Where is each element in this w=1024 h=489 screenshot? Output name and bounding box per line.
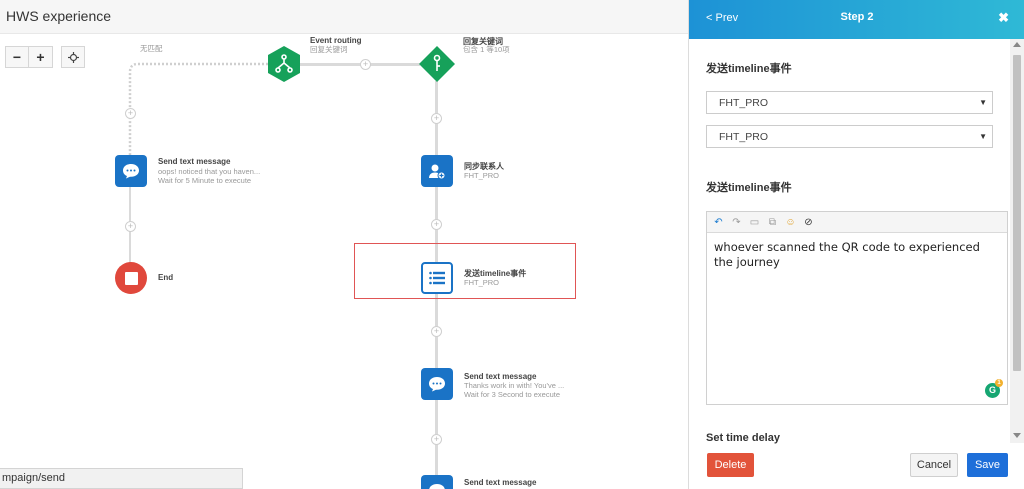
add-step-button[interactable]: + xyxy=(431,326,442,337)
stop-icon xyxy=(124,271,138,285)
scroll-thumb[interactable] xyxy=(1013,55,1021,371)
emoji-icon[interactable]: ☺ xyxy=(785,217,796,228)
send-text-middle-delay: Wait for 3 Second to execute xyxy=(464,390,561,399)
save-button[interactable]: Save xyxy=(967,453,1008,477)
step-title: Step 2 xyxy=(840,11,874,23)
keyword-reply-node[interactable] xyxy=(418,45,456,83)
panel-body: 发送timeline事件 FHT_PRO ▼ FHT_PRO ▼ 发送timel… xyxy=(689,39,1011,489)
select-account[interactable]: FHT_PRO ▼ xyxy=(706,125,993,148)
add-step-button[interactable]: + xyxy=(431,113,442,124)
grammarly-count-badge: 1 xyxy=(995,379,1003,387)
select-channel[interactable]: FHT_PRO ▼ xyxy=(706,91,993,114)
hyperlink-icon[interactable]: ⊘ xyxy=(803,217,814,228)
section-label-delay: Set time delay xyxy=(706,432,780,444)
end-title: End xyxy=(158,273,174,282)
select-channel-value: FHT_PRO xyxy=(719,97,769,109)
send-text-node-bottom[interactable] xyxy=(421,475,453,489)
send-text-left-delay: Wait for 5 Minute to execute xyxy=(158,176,252,185)
delete-button[interactable]: Delete xyxy=(707,453,754,477)
close-icon[interactable]: ✖ xyxy=(998,10,1009,26)
send-text-node-left[interactable] xyxy=(115,155,147,187)
grammarly-icon[interactable]: G 1 xyxy=(985,379,1003,398)
chat-bubble-icon xyxy=(429,484,445,489)
list-icon xyxy=(429,271,445,285)
section-label-event: 发送timeline事件 xyxy=(706,63,792,75)
undo-icon[interactable]: ↶ xyxy=(713,217,724,228)
event-routing-sub: 回复关键词 xyxy=(310,45,348,54)
timeline-event-node[interactable] xyxy=(421,262,453,294)
chat-bubble-icon xyxy=(429,377,445,392)
app-root: HWS experience − + 无匹配 + + + + + + + Eve… xyxy=(0,0,1024,489)
add-step-button[interactable]: + xyxy=(431,434,442,445)
rich-text-editor[interactable]: ↶ ↷ ▭ ⧉ ☺ ⊘ whoever scanned the QR code … xyxy=(706,211,1008,405)
add-step-button[interactable]: + xyxy=(360,59,371,70)
editor-toolbar: ↶ ↷ ▭ ⧉ ☺ ⊘ xyxy=(707,212,1007,233)
step-panel: Step 2 < Prev ✖ 发送timeline事件 FHT_PRO ▼ F… xyxy=(688,0,1024,489)
sync-contact-node[interactable] xyxy=(421,155,453,187)
no-match-label: 无匹配 xyxy=(140,44,163,53)
link-icon[interactable]: ▭ xyxy=(749,217,760,228)
status-url: mpaign/send xyxy=(0,468,243,489)
prev-button[interactable]: < Prev xyxy=(706,12,738,24)
flow-canvas[interactable]: − + 无匹配 + + + + + + + Event routing 回复关键… xyxy=(0,34,688,489)
end-node[interactable] xyxy=(115,262,147,294)
send-text-left-title: Send text message xyxy=(158,157,231,166)
timeline-event-sub: FHT_PRO xyxy=(464,278,500,287)
scroll-down-icon[interactable] xyxy=(1013,433,1021,438)
send-text-bottom-title: Send text message xyxy=(464,478,537,487)
scroll-up-icon[interactable] xyxy=(1013,42,1021,47)
sync-contact-sub: FHT_PRO xyxy=(464,171,500,180)
panel-header: Step 2 < Prev ✖ xyxy=(689,0,1024,39)
add-step-button[interactable]: + xyxy=(125,108,136,119)
editor-content[interactable]: whoever scanned the QR code to experienc… xyxy=(714,240,1000,270)
send-text-middle-title: Send text message xyxy=(464,372,537,381)
dropdown-caret-icon: ▼ xyxy=(979,98,987,107)
add-user-icon xyxy=(429,164,446,180)
panel-scrollbar[interactable] xyxy=(1010,39,1024,443)
chat-bubble-icon xyxy=(123,164,139,179)
unlink-icon[interactable]: ⧉ xyxy=(767,217,778,228)
send-text-node-middle[interactable] xyxy=(421,368,453,400)
section-label-content: 发送timeline事件 xyxy=(706,182,792,194)
dotted-connector xyxy=(128,62,268,156)
select-account-value: FHT_PRO xyxy=(719,131,769,143)
event-routing-title: Event routing xyxy=(310,36,362,45)
page-title: HWS experience xyxy=(6,8,112,24)
add-step-button[interactable]: + xyxy=(431,219,442,230)
redo-icon[interactable]: ↷ xyxy=(731,217,742,228)
send-text-left-preview: oops! noticed that you haven... xyxy=(158,167,261,176)
add-step-button[interactable]: + xyxy=(125,221,136,232)
keyword-reply-sub: 包含 1 等10项 xyxy=(463,45,510,54)
send-text-middle-preview: Thanks work in with! You've ... xyxy=(464,381,565,390)
event-routing-node[interactable] xyxy=(265,45,303,83)
cancel-button[interactable]: Cancel xyxy=(910,453,958,477)
top-bar: HWS experience xyxy=(0,0,688,34)
dropdown-caret-icon: ▼ xyxy=(979,132,987,141)
